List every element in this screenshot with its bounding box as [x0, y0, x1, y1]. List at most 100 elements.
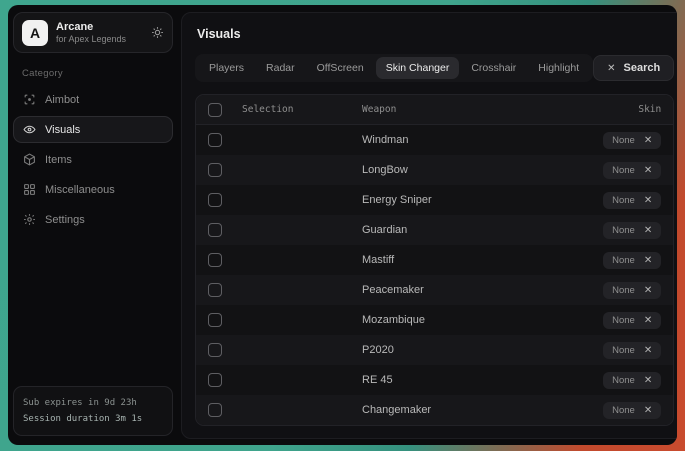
skin-select[interactable]: None ✕ — [603, 222, 661, 239]
table-row: RE 45 None ✕ — [196, 365, 673, 395]
sidebar-item-aimbot[interactable]: Aimbot — [13, 86, 173, 113]
row-checkbox[interactable] — [208, 163, 222, 177]
skin-value: None — [612, 345, 635, 356]
tab-highlight[interactable]: Highlight — [528, 57, 589, 79]
skin-value: None — [612, 255, 635, 266]
table-body: Windman None ✕ LongBow None ✕ — [196, 125, 673, 425]
sidebar-item-settings[interactable]: Settings — [13, 206, 173, 233]
skin-select[interactable]: None ✕ — [603, 312, 661, 329]
clear-skin-icon[interactable]: ✕ — [644, 285, 652, 296]
eye-icon — [23, 123, 36, 136]
sidebar-item-label: Items — [45, 154, 72, 166]
skin-select[interactable]: None ✕ — [603, 402, 661, 419]
sidebar: A Arcane for Apex Legends Category Aimbo… — [8, 5, 178, 445]
table-row: P2020 None ✕ — [196, 335, 673, 365]
tab-radar[interactable]: Radar — [256, 57, 305, 79]
brand-text: Arcane for Apex Legends — [56, 21, 126, 44]
table-row: Guardian None ✕ — [196, 215, 673, 245]
gear-icon — [23, 213, 36, 226]
skin-select[interactable]: None ✕ — [603, 162, 661, 179]
row-checkbox[interactable] — [208, 193, 222, 207]
weapon-name: Peacemaker — [362, 284, 571, 296]
clear-skin-icon[interactable]: ✕ — [644, 195, 652, 206]
skin-value: None — [612, 375, 635, 386]
tab-skin-changer[interactable]: Skin Changer — [376, 57, 460, 79]
skin-value: None — [612, 165, 635, 176]
app-window: A Arcane for Apex Legends Category Aimbo… — [8, 5, 677, 445]
brand-logo: A — [22, 20, 48, 46]
table-row: Mastiff None ✕ — [196, 245, 673, 275]
skin-value: None — [612, 135, 635, 146]
page-title: Visuals — [197, 27, 674, 41]
row-checkbox[interactable] — [208, 373, 222, 387]
brand-name: Arcane — [56, 21, 126, 33]
column-header-skin: Skin — [571, 104, 661, 115]
table-row: LongBow None ✕ — [196, 155, 673, 185]
clear-skin-icon[interactable]: ✕ — [644, 225, 652, 236]
row-checkbox[interactable] — [208, 253, 222, 267]
clear-skin-icon[interactable]: ✕ — [644, 345, 652, 356]
clear-skin-icon[interactable]: ✕ — [644, 165, 652, 176]
table-row: Energy Sniper None ✕ — [196, 185, 673, 215]
table-row: Windman None ✕ — [196, 125, 673, 155]
weapon-name: Mozambique — [362, 314, 571, 326]
skin-value: None — [612, 195, 635, 206]
tab-offscreen[interactable]: OffScreen — [307, 57, 374, 79]
table-row: Mozambique None ✕ — [196, 305, 673, 335]
brand-settings-icon[interactable] — [151, 26, 164, 39]
sidebar-item-items[interactable]: Items — [13, 146, 173, 173]
weapon-name: Guardian — [362, 224, 571, 236]
sidebar-item-miscellaneous[interactable]: Miscellaneous — [13, 176, 173, 203]
skin-value: None — [612, 225, 635, 236]
select-all-checkbox[interactable] — [208, 103, 222, 117]
clear-skin-icon[interactable]: ✕ — [644, 315, 652, 326]
sidebar-nav: Aimbot Visuals Items — [13, 86, 173, 233]
row-checkbox[interactable] — [208, 223, 222, 237]
session-duration-text: Session duration 3m 1s — [23, 411, 163, 427]
clear-skin-icon[interactable]: ✕ — [644, 255, 652, 266]
column-header-selection: Selection — [242, 104, 362, 115]
row-checkbox[interactable] — [208, 403, 222, 417]
clear-skin-icon[interactable]: ✕ — [644, 375, 652, 386]
search-button-label: Search — [624, 62, 661, 74]
sidebar-item-label: Miscellaneous — [45, 184, 115, 196]
clear-skin-icon[interactable]: ✕ — [644, 135, 652, 146]
session-info-card: Sub expires in 9d 23h Session duration 3… — [13, 386, 173, 436]
skin-select[interactable]: None ✕ — [603, 282, 661, 299]
weapon-name: Mastiff — [362, 254, 571, 266]
sub-expiry-text: Sub expires in 9d 23h — [23, 395, 163, 411]
cube-icon — [23, 153, 36, 166]
sidebar-item-visuals[interactable]: Visuals — [13, 116, 173, 143]
row-checkbox[interactable] — [208, 133, 222, 147]
skin-value: None — [612, 315, 635, 326]
row-checkbox[interactable] — [208, 313, 222, 327]
table-header-row: Selection Weapon Skin — [196, 95, 673, 125]
sidebar-item-label: Settings — [45, 214, 85, 226]
tab-crosshair[interactable]: Crosshair — [461, 57, 526, 79]
toolbar: Players Radar OffScreen Skin Changer Cro… — [195, 54, 674, 82]
brand-card: A Arcane for Apex Legends — [13, 12, 173, 53]
weapon-name: RE 45 — [362, 374, 571, 386]
tab-bar: Players Radar OffScreen Skin Changer Cro… — [195, 54, 593, 82]
table-row: Peacemaker None ✕ — [196, 275, 673, 305]
skin-select[interactable]: None ✕ — [603, 132, 661, 149]
skin-select[interactable]: None ✕ — [603, 342, 661, 359]
row-checkbox[interactable] — [208, 283, 222, 297]
skin-value: None — [612, 405, 635, 416]
category-label: Category — [22, 68, 173, 79]
weapon-name: Energy Sniper — [362, 194, 571, 206]
weapon-name: Changemaker — [362, 404, 571, 416]
search-icon: ✕ — [607, 63, 615, 74]
grid-icon — [23, 183, 36, 196]
weapon-name: Windman — [362, 134, 571, 146]
column-header-weapon: Weapon — [362, 104, 571, 115]
skin-select[interactable]: None ✕ — [603, 192, 661, 209]
skin-select[interactable]: None ✕ — [603, 372, 661, 389]
row-checkbox[interactable] — [208, 343, 222, 357]
tab-players[interactable]: Players — [199, 57, 254, 79]
skin-table: Selection Weapon Skin Windman None ✕ — [195, 94, 674, 426]
skin-select[interactable]: None ✕ — [603, 252, 661, 269]
clear-skin-icon[interactable]: ✕ — [644, 405, 652, 416]
search-button[interactable]: ✕ Search — [593, 55, 674, 81]
weapon-name: P2020 — [362, 344, 571, 356]
